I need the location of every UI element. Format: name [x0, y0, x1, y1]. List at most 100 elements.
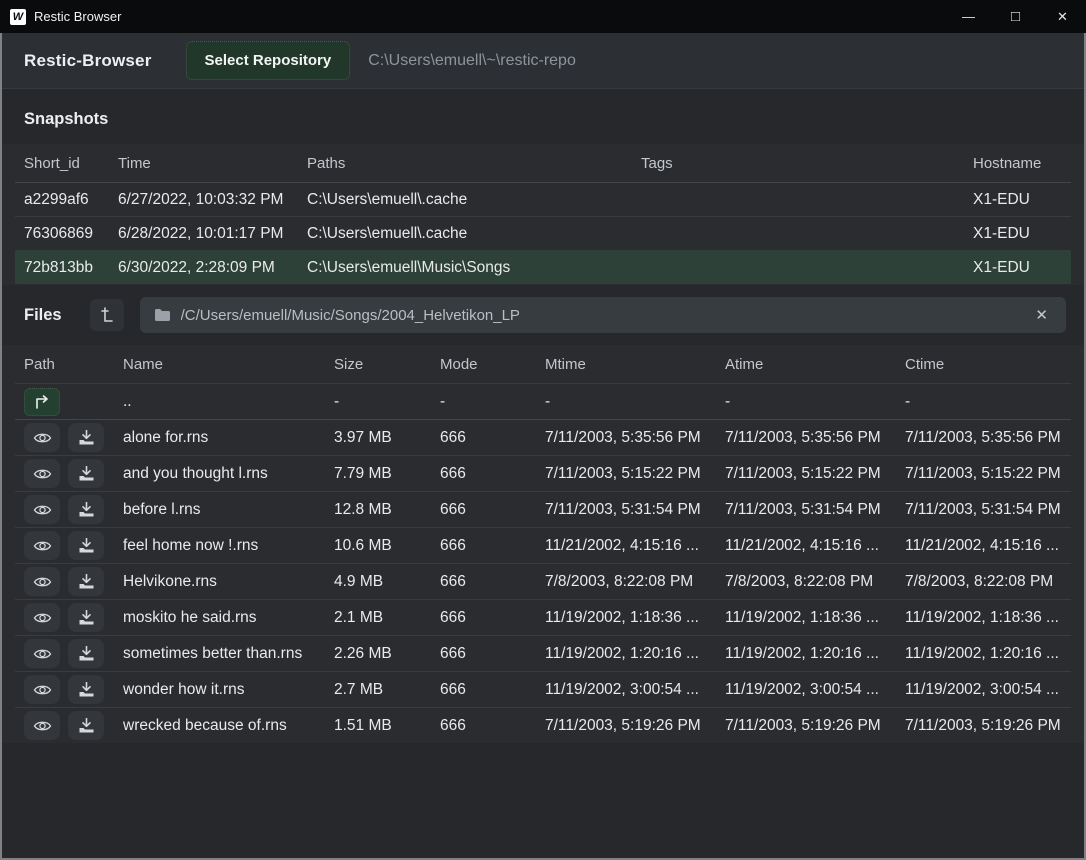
file-size: 3.97 MB [334, 429, 440, 447]
file-ctime: 7/8/2003, 8:22:08 PM [905, 573, 1062, 591]
file-atime: 11/19/2002, 1:18:36 ... [725, 609, 905, 627]
preview-file-button[interactable] [24, 711, 60, 740]
file-atime: 11/19/2002, 3:00:54 ... [725, 681, 905, 699]
col-short-id: Short_id [24, 155, 118, 172]
preview-file-button[interactable] [24, 459, 60, 488]
close-icon: ✕ [1057, 9, 1068, 25]
download-file-button[interactable] [68, 531, 104, 560]
snapshot-row[interactable]: a2299af6 6/27/2022, 10:03:32 PM C:\Users… [15, 182, 1071, 216]
file-mtime: 11/19/2002, 3:00:54 ... [545, 681, 725, 699]
preview-file-button[interactable] [24, 531, 60, 560]
file-ctime: - [905, 393, 1062, 411]
file-name: wrecked because of.rns [123, 717, 334, 735]
preview-file-button[interactable] [24, 675, 60, 704]
download-icon [78, 718, 95, 733]
file-mtime: 7/11/2003, 5:31:54 PM [545, 501, 725, 519]
file-name: feel home now !.rns [123, 537, 334, 555]
file-atime: - [725, 393, 905, 411]
file-atime: 7/11/2003, 5:19:26 PM [725, 717, 905, 735]
download-file-button[interactable] [68, 675, 104, 704]
maximize-icon: □ [1011, 8, 1020, 25]
minimize-icon: — [962, 9, 975, 24]
download-file-button[interactable] [68, 495, 104, 524]
snapshot-paths: C:\Users\emuell\.cache [307, 191, 641, 209]
file-row: before l.rns 12.8 MB 666 7/11/2003, 5:31… [15, 491, 1071, 527]
file-ctime: 7/11/2003, 5:35:56 PM [905, 429, 1062, 447]
eye-icon [33, 575, 52, 589]
preview-file-button[interactable] [24, 423, 60, 452]
file-size: 2.26 MB [334, 645, 440, 663]
clear-path-button[interactable]: ✕ [1031, 304, 1052, 326]
snapshot-row[interactable]: 76306869 6/28/2022, 10:01:17 PM C:\Users… [15, 216, 1071, 250]
files-table-header: Path Name Size Mode Mtime Atime Ctime [15, 345, 1071, 383]
snapshot-hostname: X1-EDU [973, 191, 1062, 209]
file-mode: 666 [440, 537, 545, 555]
file-mtime: 11/19/2002, 1:18:36 ... [545, 609, 725, 627]
snapshot-hostname: X1-EDU [973, 259, 1062, 277]
maximize-button[interactable]: □ [992, 0, 1039, 33]
file-size: 4.9 MB [334, 573, 440, 591]
col-size: Size [334, 356, 440, 373]
file-size: 10.6 MB [334, 537, 440, 555]
download-file-button[interactable] [68, 639, 104, 668]
current-path-bar[interactable]: /C/Users/emuell/Music/Songs/2004_Helveti… [140, 297, 1066, 333]
file-row: feel home now !.rns 10.6 MB 666 11/21/20… [15, 527, 1071, 563]
go-up-directory-button[interactable] [24, 388, 60, 416]
file-mtime: 11/19/2002, 1:20:16 ... [545, 645, 725, 663]
download-file-button[interactable] [68, 567, 104, 596]
snapshot-row[interactable]: 72b813bb 6/30/2022, 2:28:09 PM C:\Users\… [15, 250, 1071, 284]
file-mtime: - [545, 393, 725, 411]
col-paths: Paths [307, 155, 641, 172]
file-row: alone for.rns 3.97 MB 666 7/11/2003, 5:3… [15, 419, 1071, 455]
file-name: Helvikone.rns [123, 573, 334, 591]
preview-file-button[interactable] [24, 495, 60, 524]
list-tree-icon [99, 306, 115, 324]
file-ctime: 11/21/2002, 4:15:16 ... [905, 537, 1062, 555]
eye-icon [33, 467, 52, 481]
col-ctime: Ctime [905, 356, 1062, 373]
tree-view-toggle-button[interactable] [90, 299, 124, 331]
files-table: Path Name Size Mode Mtime Atime Ctime ..… [2, 345, 1084, 743]
file-ctime: 11/19/2002, 3:00:54 ... [905, 681, 1062, 699]
download-file-button[interactable] [68, 459, 104, 488]
file-atime: 7/11/2003, 5:31:54 PM [725, 501, 905, 519]
close-button[interactable]: ✕ [1039, 0, 1086, 33]
download-file-button[interactable] [68, 423, 104, 452]
file-mode: 666 [440, 645, 545, 663]
app-header: Restic-Browser Select Repository C:\User… [2, 33, 1084, 88]
download-icon [78, 538, 95, 553]
preview-file-button[interactable] [24, 639, 60, 668]
file-name: before l.rns [123, 501, 334, 519]
file-atime: 7/8/2003, 8:22:08 PM [725, 573, 905, 591]
select-repository-button[interactable]: Select Repository [186, 41, 351, 80]
download-file-button[interactable] [68, 603, 104, 632]
file-name: and you thought l.rns [123, 465, 334, 483]
snapshot-hostname: X1-EDU [973, 225, 1062, 243]
preview-file-button[interactable] [24, 603, 60, 632]
file-row: wrecked because of.rns 1.51 MB 666 7/11/… [15, 707, 1071, 743]
minimize-button[interactable]: — [945, 0, 992, 33]
col-mode: Mode [440, 356, 545, 373]
file-ctime: 7/11/2003, 5:31:54 PM [905, 501, 1062, 519]
file-mtime: 7/8/2003, 8:22:08 PM [545, 573, 725, 591]
preview-file-button[interactable] [24, 567, 60, 596]
col-atime: Atime [725, 356, 905, 373]
file-ctime: 7/11/2003, 5:15:22 PM [905, 465, 1062, 483]
files-heading: Files [24, 306, 62, 325]
snapshots-table-body: a2299af6 6/27/2022, 10:03:32 PM C:\Users… [2, 182, 1084, 284]
file-row: and you thought l.rns 7.79 MB 666 7/11/2… [15, 455, 1071, 491]
download-icon [78, 646, 95, 661]
file-row: sometimes better than.rns 2.26 MB 666 11… [15, 635, 1071, 671]
file-mode: 666 [440, 573, 545, 591]
file-name: .. [123, 393, 334, 411]
download-file-button[interactable] [68, 711, 104, 740]
file-row: moskito he said.rns 2.1 MB 666 11/19/200… [15, 599, 1071, 635]
file-mode: 666 [440, 609, 545, 627]
snapshots-table: Short_id Time Paths Tags Hostname a2299a… [2, 144, 1084, 285]
file-mode: - [440, 393, 545, 411]
snapshot-short-id: a2299af6 [24, 191, 118, 209]
parent-directory-row: .. - - - - - [15, 383, 1071, 419]
eye-icon [33, 431, 52, 445]
files-toolbar: Files /C/Users/emuell/Music/Songs/2004_H… [2, 285, 1084, 345]
eye-icon [33, 539, 52, 553]
